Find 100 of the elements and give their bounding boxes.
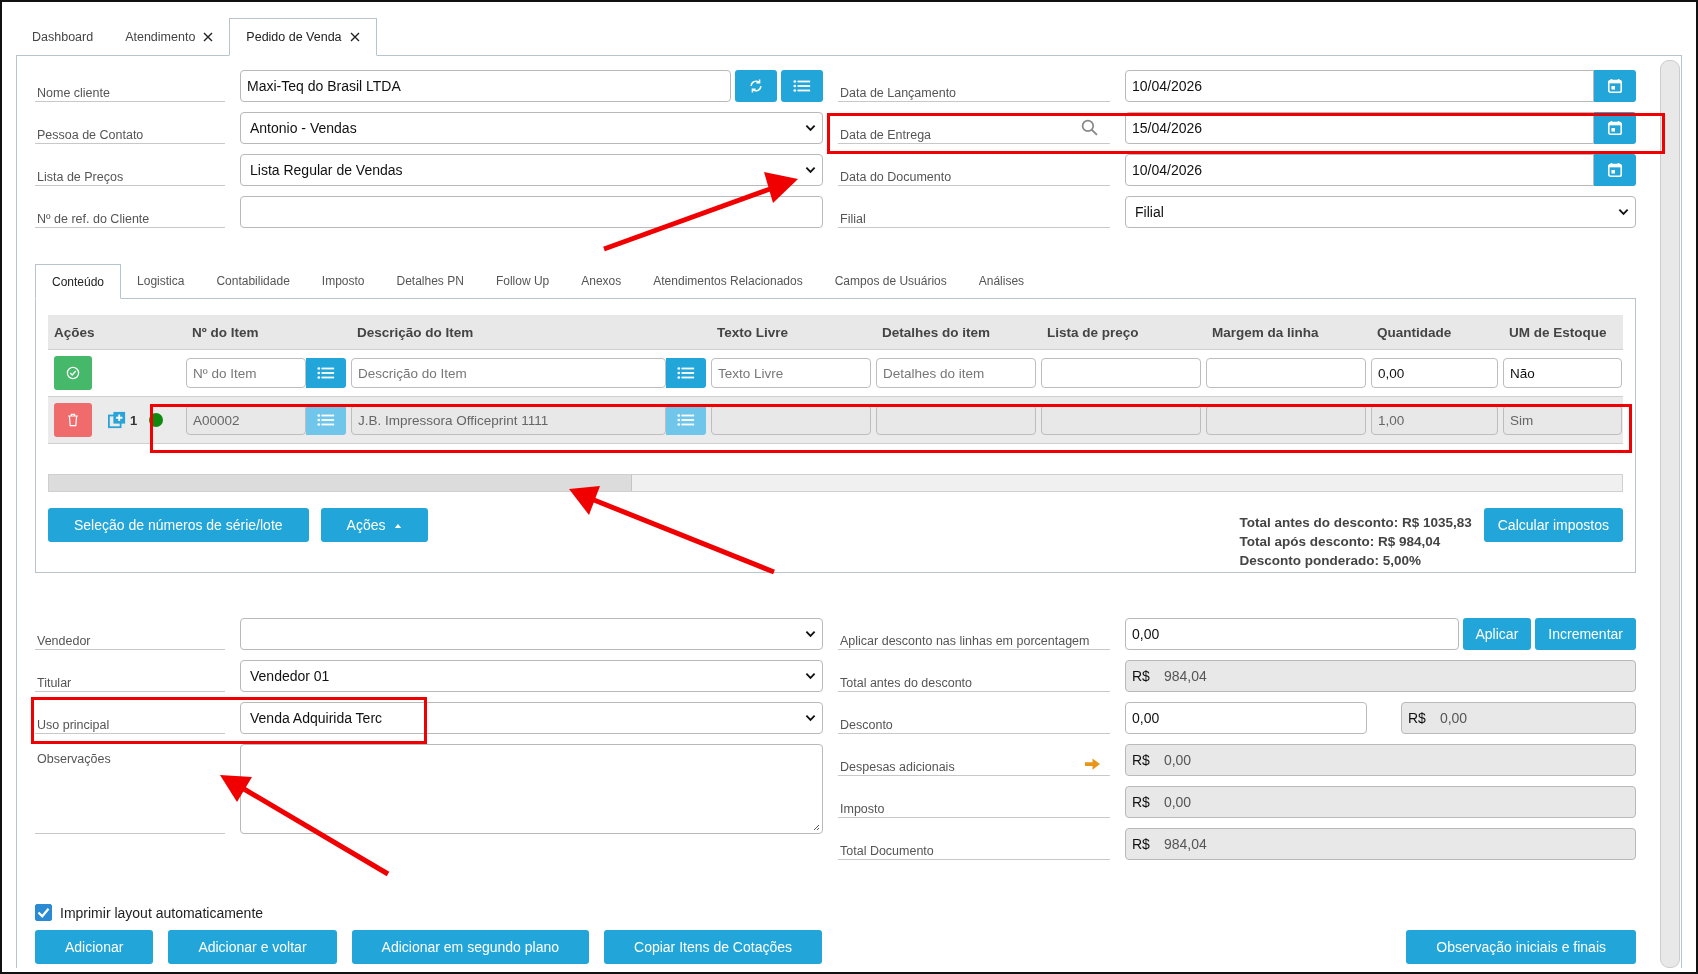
field-label: Data de Lançamento xyxy=(840,86,957,100)
list-icon xyxy=(677,365,695,381)
dropdown[interactable]: Filial xyxy=(1125,196,1636,228)
field-label: Total Documento xyxy=(840,844,934,858)
tab[interactable]: Follow Up xyxy=(479,264,566,298)
tab[interactable]: Detalhes PN xyxy=(380,264,480,298)
calendar-button[interactable] xyxy=(1594,154,1636,186)
confirm-button[interactable] xyxy=(54,356,92,390)
tab[interactable]: Logistica xyxy=(121,264,201,298)
tab[interactable]: Atendimento xyxy=(109,19,230,55)
list-button[interactable] xyxy=(306,358,346,388)
input-field[interactable] xyxy=(1206,358,1366,388)
currency-field: R$ 0,00 xyxy=(1125,786,1636,818)
date-field[interactable]: 10/04/2026 xyxy=(1125,70,1594,102)
resize-grip-icon xyxy=(812,823,820,831)
field-label: Filial xyxy=(840,212,866,226)
dropdown[interactable]: Vendedor 01 xyxy=(240,660,823,692)
dropdown[interactable]: Venda Adquirida Terc xyxy=(240,702,823,734)
close-icon[interactable] xyxy=(349,32,360,42)
calendar-icon xyxy=(1606,120,1624,136)
column-header: Ações xyxy=(53,324,96,340)
input-field[interactable]: Não xyxy=(1503,358,1622,388)
chevron-down-icon xyxy=(1618,208,1629,216)
dropdown[interactable]: Antonio - Vendas xyxy=(240,112,823,144)
text-area[interactable] xyxy=(240,744,823,834)
calendar-icon xyxy=(1606,78,1624,94)
field-label: Uso principal xyxy=(37,718,110,732)
currency-field: R$ 984,04 xyxy=(1125,828,1636,860)
input-field[interactable]: 0,00 xyxy=(1371,358,1498,388)
total-text: Desconto ponderado: 5,00% xyxy=(1239,553,1422,568)
field-label: Total antes do desconto xyxy=(840,676,973,690)
input-field[interactable] xyxy=(1041,358,1201,388)
column-header: Margem da linha xyxy=(1211,324,1320,340)
input-field[interactable]: 0,00 xyxy=(1125,702,1367,734)
currency-field: R$ 0,00 xyxy=(1401,702,1636,734)
field-label: Observações xyxy=(37,752,111,766)
total-text: Total após desconto: R$ 984,04 xyxy=(1239,534,1442,549)
column-header: Quantidade xyxy=(1376,324,1453,340)
field-label: Data de Entrega xyxy=(840,128,932,142)
field-label: Pessoa de Contato xyxy=(37,128,144,142)
close-icon[interactable] xyxy=(203,32,214,42)
field-label: Titular xyxy=(37,676,72,690)
chevron-down-icon xyxy=(805,672,816,680)
chevron-down-icon xyxy=(805,630,816,638)
date-field[interactable]: 10/04/2026 xyxy=(1125,154,1594,186)
tab[interactable]: Atendimentos Relacionados xyxy=(637,264,819,298)
search-icon[interactable] xyxy=(1081,119,1098,136)
dropdown[interactable]: Lista Regular de Vendas xyxy=(240,154,823,186)
list-button[interactable] xyxy=(666,358,706,388)
date-field[interactable]: 15/04/2026 xyxy=(1125,112,1594,144)
tab[interactable]: Anexos xyxy=(565,264,638,298)
tab[interactable]: Imposto xyxy=(305,264,381,298)
calendar-icon xyxy=(1606,162,1624,178)
chevron-down-icon xyxy=(805,124,816,132)
calendar-button[interactable] xyxy=(1594,112,1636,144)
chevron-down-icon xyxy=(805,166,816,174)
field-label: Lista de Preços xyxy=(37,170,124,184)
field-label: Vendedor xyxy=(37,634,91,648)
tab[interactable]: Análises xyxy=(962,264,1041,298)
calendar-button[interactable] xyxy=(1594,70,1636,102)
field-label: Data do Documento xyxy=(840,170,952,184)
input-field[interactable]: Nº do Item xyxy=(186,358,306,388)
field-label: Aplicar desconto nas linhas em porcentagem xyxy=(840,634,1090,648)
column-header: Detalhes do item xyxy=(881,324,992,340)
input-field[interactable]: Detalhes do item xyxy=(876,358,1036,388)
tab[interactable]: Pedido de Venda xyxy=(229,18,377,56)
input-field[interactable]: Maxi-Teq do Brasil LTDA xyxy=(240,70,731,102)
right-arrow-icon[interactable] xyxy=(1085,758,1100,770)
field-label: Desconto xyxy=(840,718,893,732)
list-icon xyxy=(677,412,695,428)
chevron-down-icon xyxy=(805,714,816,722)
field-label: Despesas adicionais xyxy=(840,760,955,774)
field-label: Nome cliente xyxy=(37,86,110,100)
input-field[interactable]: Texto Livre xyxy=(711,358,871,388)
checkbox[interactable] xyxy=(35,904,52,921)
input-field[interactable] xyxy=(240,196,823,228)
column-header: Descrição do Item xyxy=(356,324,475,340)
column-header: UM de Estoque xyxy=(1508,324,1608,340)
tab[interactable]: Contabilidade xyxy=(200,264,306,298)
caret-up-icon xyxy=(393,522,402,528)
dropdown[interactable] xyxy=(240,618,823,650)
vertical-scrollbar[interactable] xyxy=(1660,60,1680,968)
column-header: Lista de preço xyxy=(1046,324,1140,340)
row-number: 1 xyxy=(130,412,138,428)
column-header: Texto Livre xyxy=(716,324,790,340)
checkbox-label[interactable]: Imprimir layout automaticamente xyxy=(60,904,264,921)
tab[interactable]: Conteúdo xyxy=(35,264,122,299)
column-header: Nº do Item xyxy=(191,324,260,340)
refresh-button[interactable] xyxy=(735,70,777,102)
tab[interactable]: Campos de Usuários xyxy=(818,264,963,298)
field-label: Imposto xyxy=(840,802,885,816)
tab[interactable]: Dashboard xyxy=(16,19,110,55)
horizontal-scrollbar[interactable] xyxy=(48,474,1623,492)
input-field[interactable]: 0,00 xyxy=(1125,618,1459,650)
list-button[interactable] xyxy=(781,70,823,102)
field-label: Nº de ref. do Cliente xyxy=(37,212,150,226)
list-icon xyxy=(793,78,811,94)
input-field[interactable]: Descrição do Item xyxy=(351,358,666,388)
list-icon xyxy=(317,365,335,381)
total-text: Total antes do desconto: R$ 1035,83 xyxy=(1239,515,1472,530)
